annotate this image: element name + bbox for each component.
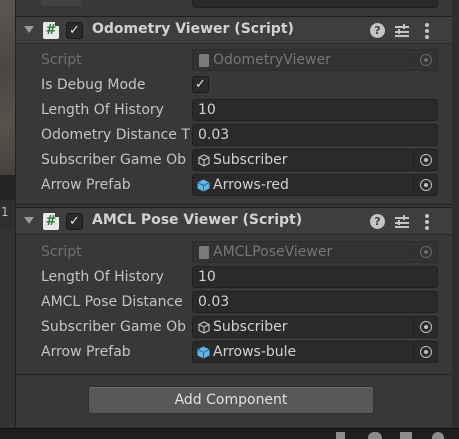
field-row-is-debug-mode: Is Debug Mode ✓ [16,73,459,98]
inspector-scrollbar-track[interactable] [452,0,459,428]
prefab-icon [197,346,210,359]
field-row-amcl-pose-distance: AMCL Pose Distance 0.03 [16,290,459,315]
foldout-caret-icon[interactable] [24,217,34,224]
field-label: Subscriber Game Ob [41,319,187,335]
object-picker-button[interactable] [414,149,438,171]
object-picker-button[interactable] [414,174,438,196]
field-value: OdometryViewer [213,52,331,68]
field-row-script: Script OdometryViewer [16,48,459,73]
scene-view-image [0,0,15,175]
gameobject-icon [198,154,210,167]
scene-view-edge: 1 [0,0,15,439]
component-enabled-toggle[interactable]: ✓ [66,22,83,39]
target-icon [420,179,432,191]
component-divider [16,204,459,205]
field-label: AMCL Pose Distance [41,294,183,310]
field-row-subscriber-game-object: Subscriber Game Ob Subscriber [16,148,459,173]
odometry-distance-input[interactable]: 0.03 [192,124,438,146]
field-value: Subscriber [213,152,288,168]
field-value: Arrows-bule [213,344,297,360]
field-label: Subscriber Game Ob [41,152,187,168]
object-picker-button[interactable] [414,316,438,338]
length-of-history-input[interactable]: 10 [192,99,438,121]
is-debug-mode-checkbox[interactable]: ✓ [192,76,209,93]
component-divider [16,374,459,375]
script-file-icon [199,246,209,259]
object-picker-button [414,241,438,263]
csharp-script-icon: # [43,212,60,230]
target-icon [420,54,432,66]
field-label: Odometry Distance T [41,127,190,143]
script-reference-field: AMCLPoseViewer [192,241,414,263]
target-icon [420,321,432,333]
context-menu-icon[interactable] [425,214,429,230]
prefab-icon [197,179,210,192]
presets-icon[interactable] [395,215,409,229]
subscriber-object-field[interactable]: Subscriber [192,149,414,171]
status-wifi-icon [400,432,412,439]
scene-view-lower [0,230,15,439]
target-icon [420,154,432,166]
field-value: Arrows-red [213,177,289,193]
field-label: Script [41,244,82,260]
target-icon [420,246,432,258]
add-component-button[interactable]: Add Component [88,386,374,414]
status-bar [0,428,459,439]
field-row-arrow-prefab: Arrow Prefab Arrows-red [16,173,459,198]
context-menu-icon[interactable] [425,23,429,39]
csharp-script-icon: # [43,21,60,39]
field-label: Is Debug Mode [41,77,146,93]
amcl-pose-distance-input[interactable]: 0.03 [192,291,438,313]
component-title: Odometry Viewer (Script) [92,21,294,37]
field-value: Subscriber [213,319,288,335]
component-header-odometry-viewer[interactable]: # ✓ Odometry Viewer (Script) ? [16,16,459,44]
presets-icon[interactable] [395,24,409,38]
scene-side-label: 1 [1,205,9,219]
field-label: Script [41,52,82,68]
field-label: Length Of History [41,102,164,118]
field-label: Length Of History [41,269,164,285]
field-row-length-of-history: Length Of History 10 [16,98,459,123]
arrow-prefab-object-field[interactable]: Arrows-bule [192,341,414,363]
status-cloud-icon [432,432,444,439]
field-row-arrow-prefab: Arrow Prefab Arrows-bule [16,340,459,365]
status-bug-icon [336,432,345,439]
field-label: Arrow Prefab [41,177,131,193]
arrow-prefab-object-field[interactable]: Arrows-red [192,174,414,196]
field-row-odometry-distance: Odometry Distance T 0.03 [16,123,459,148]
status-network-icon [368,432,382,439]
field-row-subscriber-game-object: Subscriber Game Ob Subscriber [16,315,459,340]
script-reference-field: OdometryViewer [192,49,414,71]
help-icon[interactable]: ? [370,23,385,38]
object-picker-button[interactable] [414,341,438,363]
object-picker-button [414,49,438,71]
field-label: Arrow Prefab [41,344,131,360]
component-enabled-toggle[interactable]: ✓ [66,213,83,230]
inspector-panel: # ✓ Odometry Viewer (Script) ? Script Od… [15,0,459,428]
component-header-amcl-pose-viewer[interactable]: # ✓ AMCL Pose Viewer (Script) ? [16,207,459,235]
length-of-history-input[interactable]: 10 [192,266,438,288]
script-file-icon [199,54,209,67]
subscriber-object-field[interactable]: Subscriber [192,316,414,338]
foldout-caret-icon[interactable] [24,26,34,33]
field-value: AMCLPoseViewer [213,244,333,260]
field-row-script: Script AMCLPoseViewer [16,240,459,265]
field-row-length-of-history: Length Of History 10 [16,265,459,290]
previous-field-stub [192,0,438,8]
target-icon [420,346,432,358]
help-icon[interactable]: ? [370,214,385,229]
scene-view-band [0,175,15,200]
gameobject-icon [198,321,210,334]
component-title: AMCL Pose Viewer (Script) [92,212,303,228]
previous-row-fade [41,0,81,6]
